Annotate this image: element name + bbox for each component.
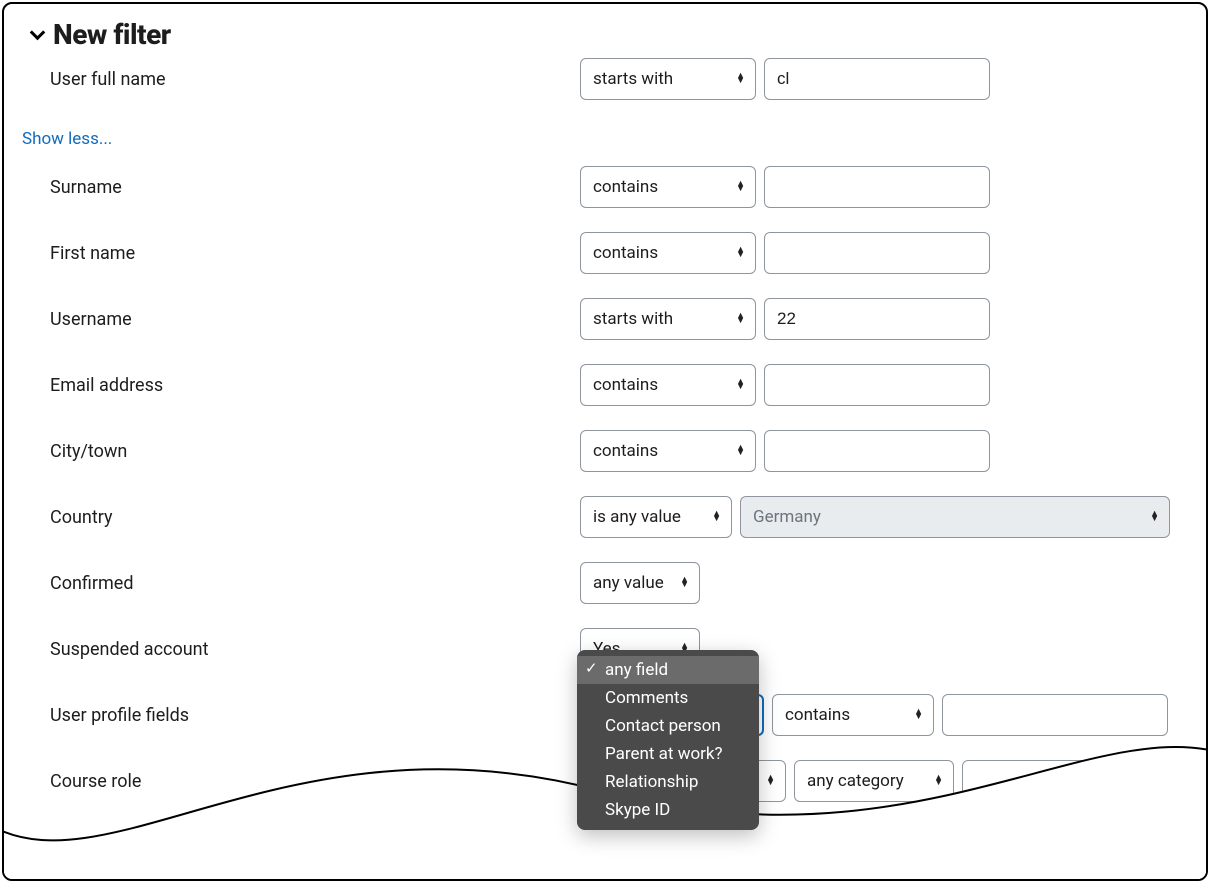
fullname-operator-select[interactable]: starts with ▲▼ bbox=[580, 58, 756, 100]
select-arrows-icon: ▲▼ bbox=[736, 314, 745, 324]
label-enrolled: Enrolled in any course bbox=[50, 837, 580, 858]
select-arrows-icon: ▲▼ bbox=[736, 74, 745, 84]
city-operator-select[interactable]: contains ▲▼ bbox=[580, 430, 756, 472]
dropdown-item-skype-id[interactable]: Skype ID bbox=[577, 796, 759, 824]
dropdown-item-relationship[interactable]: Relationship bbox=[577, 768, 759, 796]
label-course-role: Course role bbox=[50, 771, 580, 792]
filter-header[interactable]: New filter bbox=[32, 18, 1188, 51]
firstname-operator-select[interactable]: contains ▲▼ bbox=[580, 232, 756, 274]
country-value-text: Germany bbox=[753, 507, 821, 527]
fullname-input[interactable] bbox=[764, 58, 990, 100]
select-arrows-icon: ▲▼ bbox=[736, 446, 745, 456]
label-profile-fields: User profile fields bbox=[50, 705, 580, 726]
country-operator-select[interactable]: is any value ▲▼ bbox=[580, 496, 732, 538]
label-city: City/town bbox=[50, 441, 580, 462]
label-surname: Surname bbox=[50, 177, 580, 198]
row-confirmed: Confirmed any value ▲▼ bbox=[50, 561, 1188, 605]
select-arrows-icon: ▲▼ bbox=[766, 776, 775, 786]
select-arrows-icon: ▲▼ bbox=[1150, 512, 1159, 522]
chevron-down-icon bbox=[30, 25, 46, 41]
row-fullname: User full name starts with ▲▼ bbox=[50, 57, 1188, 101]
label-firstname: First name bbox=[50, 243, 580, 264]
label-username: Username bbox=[50, 309, 580, 330]
row-country: Country is any value ▲▼ Germany ▲▼ bbox=[50, 495, 1188, 539]
profile-operator-value: contains bbox=[785, 705, 850, 725]
row-enrolled: Enrolled in any course bbox=[50, 825, 1188, 869]
surname-operator-value: contains bbox=[593, 177, 658, 197]
select-arrows-icon: ▲▼ bbox=[914, 710, 923, 720]
select-arrows-icon: ▲▼ bbox=[736, 380, 745, 390]
dropdown-item-parent-at-work[interactable]: Parent at work? bbox=[577, 740, 759, 768]
row-username: Username starts with ▲▼ bbox=[50, 297, 1188, 341]
label-confirmed: Confirmed bbox=[50, 573, 580, 594]
surname-input[interactable] bbox=[764, 166, 990, 208]
course-category-select[interactable]: any category ▲▼ bbox=[794, 760, 954, 802]
label-fullname: User full name bbox=[50, 69, 580, 90]
row-email: Email address contains ▲▼ bbox=[50, 363, 1188, 407]
show-less-link[interactable]: Show less... bbox=[22, 129, 112, 149]
email-input[interactable] bbox=[764, 364, 990, 406]
email-operator-select[interactable]: contains ▲▼ bbox=[580, 364, 756, 406]
country-value-select[interactable]: Germany ▲▼ bbox=[740, 496, 1170, 538]
profile-operator-select[interactable]: contains ▲▼ bbox=[772, 694, 934, 736]
username-input[interactable] bbox=[764, 298, 990, 340]
fullname-operator-value: starts with bbox=[593, 69, 673, 89]
row-city: City/town contains ▲▼ bbox=[50, 429, 1188, 473]
username-operator-value: starts with bbox=[593, 309, 673, 329]
label-email: Email address bbox=[50, 375, 580, 396]
label-system-role-fragment: m role bbox=[75, 848, 125, 869]
firstname-operator-value: contains bbox=[593, 243, 658, 263]
city-operator-value: contains bbox=[593, 441, 658, 461]
confirmed-select[interactable]: any value ▲▼ bbox=[580, 562, 700, 604]
select-arrows-icon: ▲▼ bbox=[934, 776, 943, 786]
filter-title: New filter bbox=[53, 18, 171, 51]
surname-operator-select[interactable]: contains ▲▼ bbox=[580, 166, 756, 208]
label-country: Country bbox=[50, 507, 580, 528]
confirmed-value: any value bbox=[593, 573, 664, 593]
label-suspended: Suspended account bbox=[50, 639, 580, 660]
firstname-input[interactable] bbox=[764, 232, 990, 274]
email-operator-value: contains bbox=[593, 375, 658, 395]
dropdown-item-any-field[interactable]: any field bbox=[577, 656, 759, 684]
select-arrows-icon: ▲▼ bbox=[736, 248, 745, 258]
username-operator-select[interactable]: starts with ▲▼ bbox=[580, 298, 756, 340]
select-arrows-icon: ▲▼ bbox=[712, 512, 721, 522]
dropdown-item-contact-person[interactable]: Contact person bbox=[577, 712, 759, 740]
dropdown-item-comments[interactable]: Comments bbox=[577, 684, 759, 712]
select-arrows-icon: ▲▼ bbox=[680, 578, 689, 588]
profile-field-dropdown: any field Comments Contact person Parent… bbox=[577, 650, 759, 830]
country-operator-value: is any value bbox=[593, 507, 681, 527]
row-firstname: First name contains ▲▼ bbox=[50, 231, 1188, 275]
select-arrows-icon: ▲▼ bbox=[736, 182, 745, 192]
course-category-value: any category bbox=[807, 771, 904, 791]
row-surname: Surname contains ▲▼ bbox=[50, 165, 1188, 209]
course-role-input[interactable] bbox=[962, 760, 1188, 802]
city-input[interactable] bbox=[764, 430, 990, 472]
profile-input[interactable] bbox=[942, 694, 1168, 736]
